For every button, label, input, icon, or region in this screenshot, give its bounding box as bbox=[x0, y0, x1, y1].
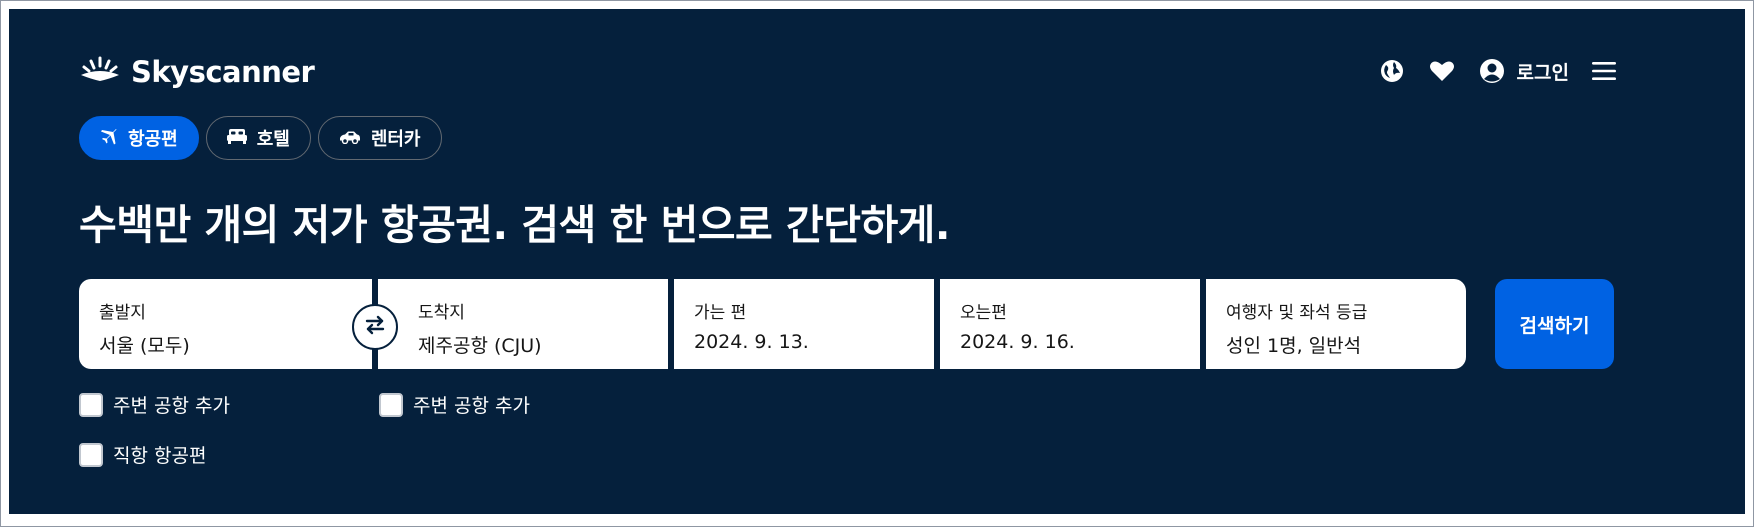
login-button[interactable]: 로그인 bbox=[1477, 56, 1569, 86]
product-tabs: 항공편 호텔 렌터카 bbox=[79, 116, 442, 160]
travellers-cabin-field[interactable]: 여행자 및 좌석 등급 성인 1명, 일반석 bbox=[1206, 279, 1466, 369]
hamburger-menu-icon[interactable] bbox=[1589, 56, 1619, 86]
browser-frame: Skyscanner 로그인 항공편 호텔 렌터카 수백만 개의 저가 항공권.… bbox=[0, 0, 1754, 527]
car-icon bbox=[339, 128, 361, 149]
depart-value: 2024. 9. 13. bbox=[694, 331, 809, 353]
return-date-field[interactable]: 오는편 2024. 9. 16. bbox=[940, 279, 1200, 369]
destination-label: 도착지 bbox=[418, 303, 465, 323]
nearby-destination-label: 주변 공항 추가 bbox=[413, 395, 530, 417]
globe-icon[interactable] bbox=[1377, 56, 1407, 86]
heart-icon[interactable] bbox=[1427, 56, 1457, 86]
direct-flights-label: 직항 항공편 bbox=[113, 445, 207, 467]
nearby-destination-airports-option[interactable]: 주변 공항 추가 bbox=[379, 391, 530, 418]
nearby-origin-label: 주변 공항 추가 bbox=[113, 395, 230, 417]
direct-flights-option[interactable]: 직항 항공편 bbox=[79, 441, 206, 468]
search-button[interactable]: 검색하기 bbox=[1495, 279, 1614, 369]
tab-hotels-label: 호텔 bbox=[256, 129, 290, 150]
tab-flights[interactable]: 항공편 bbox=[79, 116, 199, 160]
destination-field[interactable]: 도착지 제주공항 (CJU) bbox=[378, 279, 668, 369]
airplane-icon bbox=[100, 127, 118, 150]
tab-hotels[interactable]: 호텔 bbox=[205, 116, 311, 160]
nearby-destination-checkbox[interactable] bbox=[379, 392, 403, 417]
login-label: 로그인 bbox=[1516, 61, 1569, 84]
skyscanner-logo[interactable]: Skyscanner bbox=[79, 55, 315, 89]
return-label: 오는편 bbox=[960, 303, 1007, 323]
swap-arrows-icon bbox=[364, 315, 386, 339]
depart-date-field[interactable]: 가는 편 2024. 9. 13. bbox=[674, 279, 934, 369]
origin-value: 서울 (모두) bbox=[99, 335, 190, 357]
bed-icon bbox=[226, 128, 247, 149]
travellers-value: 성인 1명, 일반석 bbox=[1226, 335, 1362, 357]
brand-name: Skyscanner bbox=[131, 55, 315, 89]
nearby-origin-airports-option[interactable]: 주변 공항 추가 bbox=[79, 391, 230, 418]
swap-airports-button[interactable] bbox=[352, 304, 398, 350]
sunrise-logo-icon bbox=[79, 55, 121, 89]
origin-field[interactable]: 출발지 서울 (모두) bbox=[79, 279, 372, 369]
direct-flights-checkbox[interactable] bbox=[79, 442, 103, 467]
destination-value: 제주공항 (CJU) bbox=[418, 335, 542, 357]
return-value: 2024. 9. 16. bbox=[960, 331, 1075, 353]
header-actions: 로그인 bbox=[1377, 54, 1619, 88]
depart-label: 가는 편 bbox=[694, 303, 747, 323]
travellers-label: 여행자 및 좌석 등급 bbox=[1226, 303, 1368, 323]
page-title: 수백만 개의 저가 항공권. 검색 한 번으로 간단하게. bbox=[79, 201, 950, 249]
nearby-origin-checkbox[interactable] bbox=[79, 392, 103, 417]
tab-car-hire[interactable]: 렌터카 bbox=[317, 116, 442, 160]
tab-flights-label: 항공편 bbox=[128, 129, 178, 150]
user-circle-icon bbox=[1477, 56, 1507, 86]
search-hero: Skyscanner 로그인 항공편 호텔 렌터카 수백만 개의 저가 항공권.… bbox=[9, 9, 1745, 514]
tab-car-hire-label: 렌터카 bbox=[370, 129, 421, 150]
origin-label: 출발지 bbox=[99, 303, 146, 323]
